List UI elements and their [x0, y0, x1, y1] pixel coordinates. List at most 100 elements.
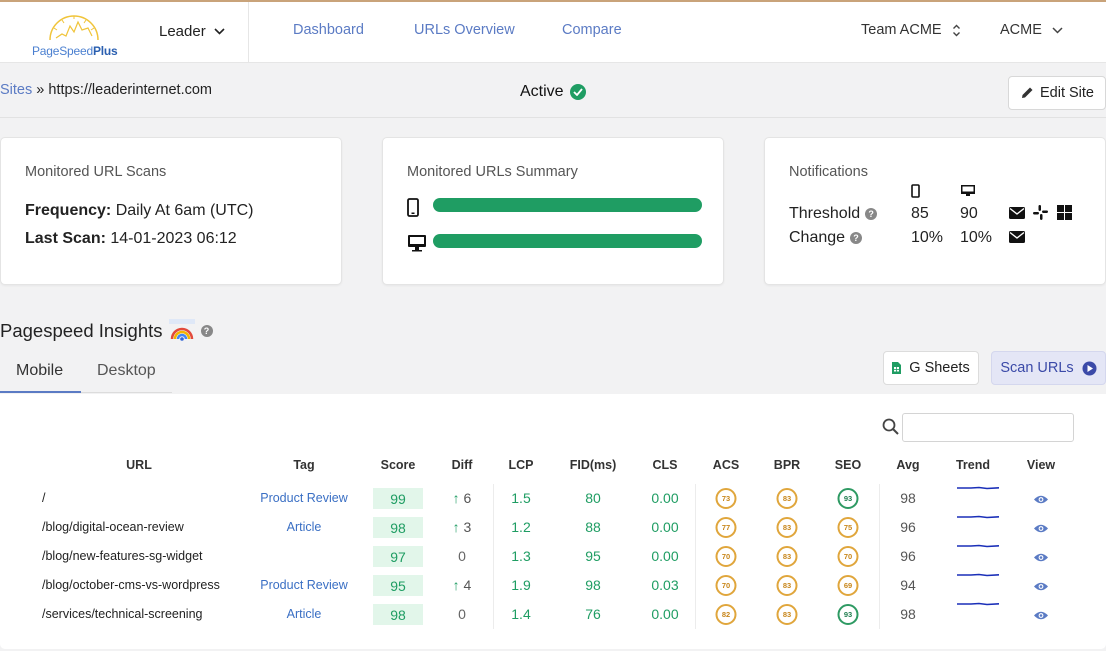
arrow-up-icon: ↑ [452, 490, 464, 506]
view-eye-icon[interactable] [1033, 523, 1049, 534]
column-header-view: View [1026, 458, 1056, 472]
help-icon[interactable]: ? [865, 208, 878, 220]
diff-value: 3 [463, 519, 472, 535]
cls-cell: 0.03 [651, 577, 679, 593]
scan-urls-label: Scan URLs [1000, 360, 1074, 376]
diff-value: 4 [463, 577, 472, 593]
column-header-diff: Diff [451, 458, 473, 472]
edit-site-button[interactable]: Edit Site [1008, 76, 1106, 110]
tab-desktop[interactable]: Desktop [97, 362, 156, 380]
trend-sparkline[interactable] [957, 515, 999, 519]
account-menu[interactable]: ACME [1000, 22, 1063, 38]
column-header-cls: CLS [652, 458, 678, 472]
column-header-trend: Trend [955, 458, 991, 472]
column-separator [695, 484, 696, 629]
arrow-up-icon: ↑ [452, 577, 464, 593]
breadcrumb-current: https://leaderinternet.com [48, 82, 213, 98]
column-header-score: Score [380, 458, 416, 472]
monitored-urls-summary-card: Monitored URLs Summary [382, 137, 724, 285]
email-icon [1009, 207, 1025, 219]
desktop-icon [408, 235, 426, 252]
site-switcher-label: Leader [159, 23, 206, 40]
team-switcher[interactable]: Team ACME [861, 22, 961, 38]
breadcrumb: Sites » https://leaderinternet.com [0, 82, 212, 98]
trend-sparkline[interactable] [957, 602, 999, 606]
tag-link[interactable]: Article [287, 607, 322, 621]
google-sheets-icon [892, 362, 902, 374]
threshold-desktop: 90 [960, 205, 978, 222]
diff-value: 0 [458, 606, 466, 622]
avg-cell: 96 [900, 548, 916, 564]
avg-cell: 94 [900, 577, 916, 593]
lcp-cell: 1.4 [511, 606, 531, 622]
column-header-avg: Avg [896, 458, 920, 472]
tag-link[interactable]: Article [287, 520, 322, 534]
url-cell[interactable]: /blog/digital-ocean-review [42, 520, 184, 534]
diff-cell: 0 [458, 606, 466, 622]
help-icon[interactable]: ? [850, 232, 863, 244]
speedometer-logo-icon [49, 15, 99, 41]
pagespeedplus-logo[interactable]: PageSpeedPlus [30, 8, 122, 58]
column-header-url: URL [126, 458, 152, 472]
view-eye-icon[interactable] [1033, 581, 1049, 592]
account-menu-label: ACME [1000, 22, 1042, 38]
change-row-label: Change? [789, 229, 863, 247]
view-eye-icon[interactable] [1033, 494, 1049, 505]
cls-cell: 0.00 [651, 548, 679, 564]
threshold-row-label: Threshold? [789, 205, 878, 223]
url-cell[interactable]: / [42, 491, 45, 505]
best-practices-score-ring: 83 [776, 575, 798, 596]
desktop-icon [961, 185, 975, 196]
monitored-url-scans-card: Monitored URL Scans Frequency: Daily At … [0, 137, 342, 285]
accessibility-score-ring: 77 [715, 517, 737, 538]
help-icon[interactable]: ? [200, 325, 213, 337]
url-cell[interactable]: /blog/october-cms-vs-wordpress [42, 578, 220, 592]
pencil-icon [1022, 87, 1033, 98]
score-badge: 98 [373, 604, 423, 625]
nav-urls-overview[interactable]: URLs Overview [414, 22, 515, 38]
notifications-card: Notifications Threshold? 85 90 Change? 1… [764, 137, 1106, 285]
trend-sparkline[interactable] [957, 573, 999, 577]
avg-cell: 98 [900, 606, 916, 622]
google-sheets-label: G Sheets [909, 360, 970, 376]
url-cell[interactable]: /services/technical-screening [42, 607, 203, 621]
pagespeed-insights-heading: Pagespeed Insights ? [0, 319, 213, 343]
change-desktop: 10% [960, 229, 993, 246]
trend-sparkline[interactable] [957, 486, 999, 490]
best-practices-score-ring: 83 [776, 546, 798, 567]
chevron-updown-icon [952, 24, 960, 36]
slack-icon [1033, 205, 1048, 220]
diff-value: 6 [463, 490, 472, 506]
nav-compare[interactable]: Compare [562, 22, 622, 38]
best-practices-score-ring: 83 [776, 488, 798, 509]
card-title: Monitored URL Scans [25, 164, 167, 180]
fid-cell: 80 [585, 490, 601, 506]
trend-sparkline[interactable] [957, 544, 999, 548]
view-eye-icon[interactable] [1033, 552, 1049, 563]
mobile-icon [407, 198, 419, 217]
tab-mobile[interactable]: Mobile [16, 362, 63, 380]
search-input[interactable] [902, 413, 1074, 442]
scan-urls-button[interactable]: Scan URLs [991, 351, 1106, 385]
view-eye-icon[interactable] [1033, 610, 1049, 621]
search-icon [882, 418, 899, 435]
best-practices-score-ring: 83 [776, 517, 798, 538]
frequency-row: Frequency: Daily At 6am (UTC) [25, 202, 254, 219]
breadcrumb-sites-link[interactable]: Sites [0, 82, 32, 98]
accessibility-score-ring: 73 [715, 488, 737, 509]
score-badge: 95 [373, 575, 423, 596]
accessibility-score-ring: 70 [715, 575, 737, 596]
cls-cell: 0.00 [651, 490, 679, 506]
tag-link[interactable]: Product Review [260, 578, 348, 592]
seo-score-ring: 70 [837, 546, 859, 567]
column-header-seo: SEO [834, 458, 862, 472]
diff-cell: ↑ 4 [453, 577, 472, 593]
column-header-tag: Tag [293, 458, 315, 472]
site-switcher[interactable]: Leader [159, 23, 225, 40]
tag-link[interactable]: Product Review [260, 491, 348, 505]
microsoft-teams-icon [1057, 205, 1072, 220]
url-cell[interactable]: /blog/new-features-sg-widget [42, 549, 203, 563]
nav-dashboard[interactable]: Dashboard [293, 22, 364, 38]
google-sheets-button[interactable]: G Sheets [883, 351, 979, 385]
logo-text: PageSpeedPlus [32, 44, 118, 58]
